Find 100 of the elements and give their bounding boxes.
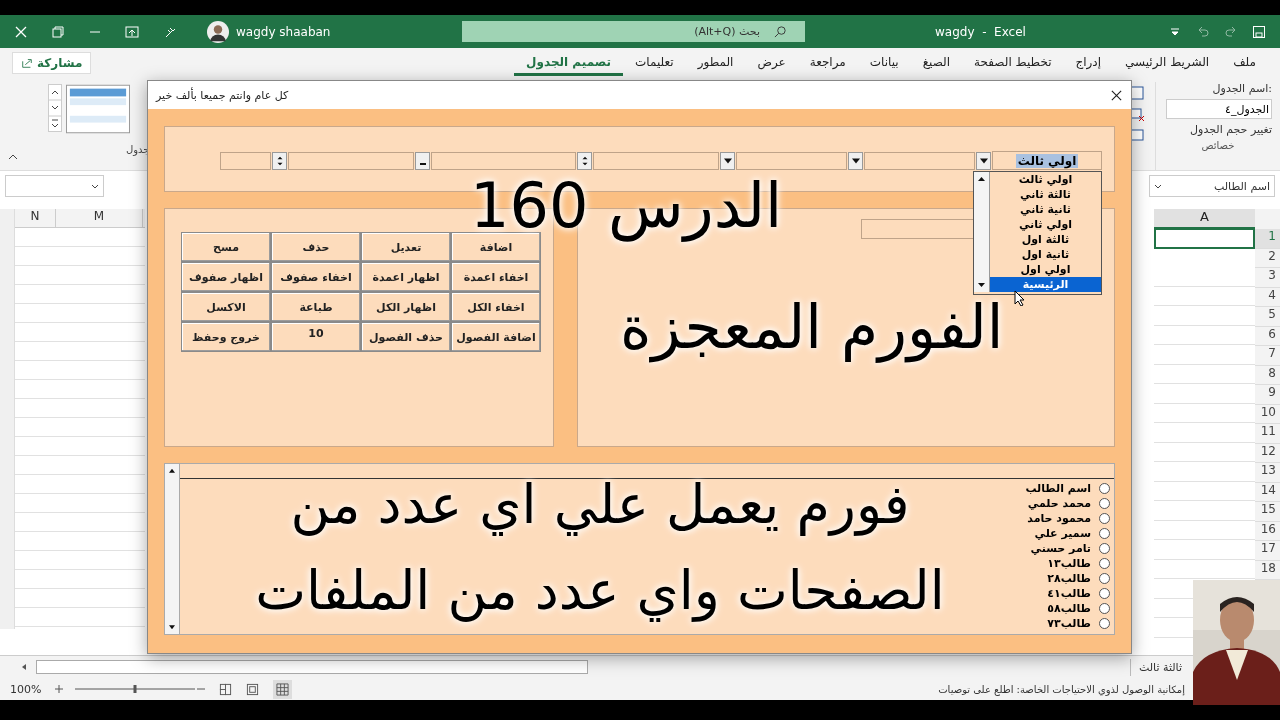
vertical-scrollbar[interactable] xyxy=(974,172,990,292)
zoom-slider[interactable] xyxy=(55,684,206,694)
radio-button[interactable] xyxy=(1099,513,1110,524)
ribbon-tab[interactable]: تخطيط الصفحة xyxy=(962,50,1064,76)
row-header[interactable]: 11 xyxy=(1255,424,1280,444)
form-button[interactable]: حذف الفصول xyxy=(361,322,451,352)
spin-button[interactable] xyxy=(272,151,287,170)
dropdown-option[interactable]: الرئيسية xyxy=(990,277,1101,292)
row-header[interactable]: 7 xyxy=(1255,346,1280,366)
dropdown-option[interactable]: اولي ثاني xyxy=(990,217,1101,232)
radio-button[interactable] xyxy=(1099,543,1110,554)
row-header[interactable]: 12 xyxy=(1255,443,1280,463)
radio-button[interactable] xyxy=(1099,603,1110,614)
page-layout-view-icon[interactable] xyxy=(246,682,260,696)
radio-button[interactable] xyxy=(1099,573,1110,584)
form-button[interactable]: اظهار اعمدة xyxy=(361,262,451,292)
zoom-level[interactable]: 100% xyxy=(10,682,42,696)
restore-icon[interactable] xyxy=(51,24,65,39)
selected-cell[interactable] xyxy=(1154,228,1255,249)
number-field[interactable]: 10 xyxy=(271,322,361,352)
normal-view-icon[interactable] xyxy=(273,679,293,699)
form-button[interactable]: مسح xyxy=(181,232,271,262)
horizontal-scrollbar[interactable] xyxy=(36,660,588,674)
redo-icon[interactable] xyxy=(1224,24,1238,39)
dropdown-button[interactable] xyxy=(720,151,735,170)
column-header[interactable]: M xyxy=(56,209,143,227)
save-icon[interactable] xyxy=(1252,24,1266,39)
undo-icon[interactable] xyxy=(1196,24,1210,39)
collapse-ribbon-icon[interactable] xyxy=(8,154,18,160)
text-field[interactable] xyxy=(861,219,974,239)
combo-box[interactable]: اولي ثالث xyxy=(992,151,1102,170)
row-header[interactable]: 3 xyxy=(1255,268,1280,288)
ribbon-display-icon[interactable] xyxy=(125,24,139,39)
cell-reference-box[interactable] xyxy=(5,175,104,197)
gallery-scroll-icon[interactable] xyxy=(48,84,62,132)
form-button[interactable]: اخفاء الكل xyxy=(451,292,541,322)
ribbon-tab[interactable]: بيانات xyxy=(857,50,911,76)
row-header[interactable]: 15 xyxy=(1255,502,1280,522)
form-button[interactable]: تعديل xyxy=(361,232,451,262)
ribbon-tab[interactable]: مراجعة xyxy=(797,50,858,76)
row-header[interactable]: 2 xyxy=(1255,248,1280,268)
column-header[interactable]: A xyxy=(1154,209,1255,229)
radio-button[interactable] xyxy=(1099,498,1110,509)
form-button[interactable]: الاكسل xyxy=(181,292,271,322)
form-button[interactable]: حذف xyxy=(271,232,361,262)
text-field[interactable] xyxy=(431,151,576,170)
dropdown-button[interactable] xyxy=(976,151,991,170)
radio-button[interactable] xyxy=(1099,483,1110,494)
row-header[interactable]: 16 xyxy=(1255,521,1280,541)
dropdown-option[interactable]: ثالثة اول xyxy=(990,232,1101,247)
row-header[interactable]: 10 xyxy=(1255,404,1280,424)
ribbon-tab[interactable]: الصيغ xyxy=(910,50,963,76)
dropdown-option[interactable]: اولي ثالث xyxy=(990,172,1101,187)
row-header[interactable]: 4 xyxy=(1255,287,1280,307)
row-header[interactable]: 17 xyxy=(1255,541,1280,561)
search-field[interactable]: بحث (Alt+Q) xyxy=(462,21,805,42)
share-button[interactable]: مشاركة xyxy=(12,52,92,74)
name-box[interactable]: اسم الطالب xyxy=(1149,175,1275,197)
form-button[interactable]: طباعة xyxy=(271,292,361,322)
ribbon-tab[interactable]: تعليمات xyxy=(623,50,686,76)
ribbon-tab[interactable]: عرض xyxy=(745,50,798,76)
form-button[interactable]: خروج وحفظ xyxy=(181,322,271,352)
row-header[interactable]: 14 xyxy=(1255,482,1280,502)
table-name-field[interactable]: الجدول_٤ xyxy=(1166,99,1272,119)
dropdown-option[interactable]: ثانية اول xyxy=(990,247,1101,262)
row-header[interactable]: 6 xyxy=(1255,326,1280,346)
radio-button[interactable] xyxy=(1099,558,1110,569)
row-header[interactable]: 9 xyxy=(1255,385,1280,405)
text-field[interactable] xyxy=(593,151,719,170)
dropdown-button[interactable] xyxy=(848,151,863,170)
form-button[interactable]: اضافة الفصول xyxy=(451,322,541,352)
radio-button[interactable] xyxy=(1099,618,1110,629)
resize-table-link[interactable]: تغيير حجم الجدول xyxy=(1190,123,1272,136)
ribbon-tab[interactable]: الشريط الرئيسي xyxy=(1113,50,1222,76)
vertical-scrollbar[interactable] xyxy=(165,464,180,634)
text-field[interactable] xyxy=(288,151,414,170)
row-header[interactable]: 13 xyxy=(1255,463,1280,483)
column-header[interactable]: N xyxy=(15,209,56,227)
sheet-nav-icon[interactable] xyxy=(20,663,28,671)
remove-duplicates-icon[interactable] xyxy=(1129,106,1145,122)
slider-thumb[interactable] xyxy=(133,685,137,693)
form-button[interactable]: اضافة xyxy=(451,232,541,262)
avatar[interactable] xyxy=(207,20,229,43)
dropdown-option[interactable]: ثالثة ثاني xyxy=(990,187,1101,202)
form-button[interactable]: اظهار الكل xyxy=(361,292,451,322)
accessibility-status[interactable]: إمكانية الوصول لذوي الاحتياجات الخاصة: اطلع على توصيات xyxy=(938,683,1185,695)
dash-button[interactable] xyxy=(415,151,430,170)
convert-range-icon[interactable] xyxy=(1129,127,1145,143)
spin-button[interactable] xyxy=(577,151,592,170)
row-header[interactable]: 8 xyxy=(1255,365,1280,385)
form-button[interactable]: اظهار صفوف xyxy=(181,262,271,292)
dropdown-option[interactable]: اولي اول xyxy=(990,262,1101,277)
ribbon-tab[interactable]: ملف xyxy=(1221,50,1268,76)
table-style-thumbnail[interactable] xyxy=(66,84,130,134)
page-break-view-icon[interactable] xyxy=(219,682,233,696)
close-icon[interactable] xyxy=(1110,88,1123,102)
ribbon-tab[interactable]: إدراج xyxy=(1063,50,1114,76)
dropdown-option[interactable]: ثانية ثاني xyxy=(990,202,1101,217)
ribbon-tab[interactable]: تصميم الجدول xyxy=(514,50,623,76)
radio-button[interactable] xyxy=(1099,588,1110,599)
